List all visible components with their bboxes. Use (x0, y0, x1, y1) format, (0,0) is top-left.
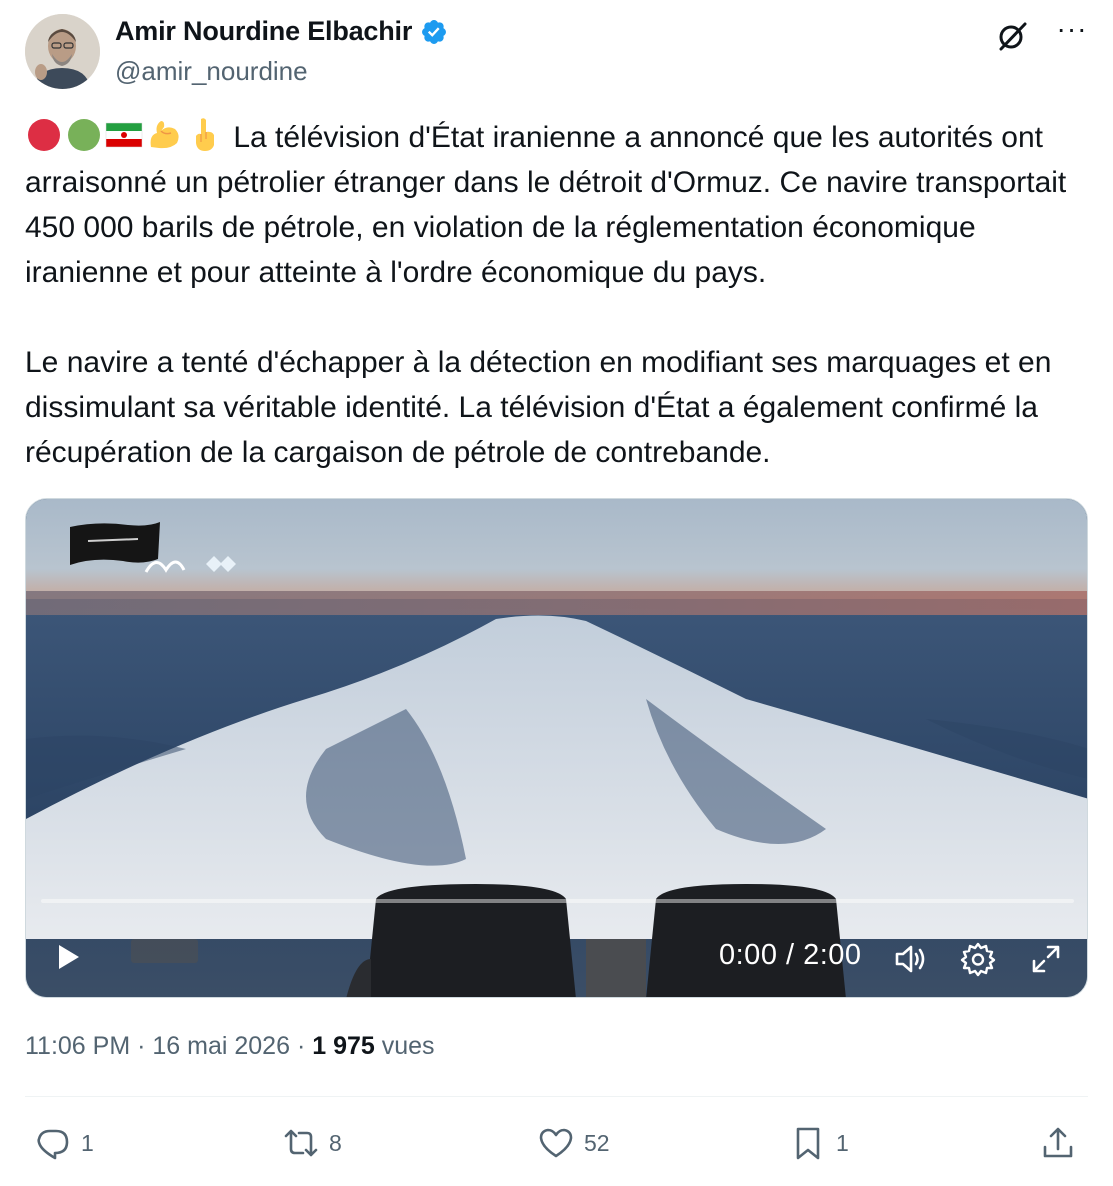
play-icon[interactable] (52, 941, 84, 973)
meta-separator: · (137, 1032, 146, 1060)
tweet-text: La télévision d'État iranienne a annoncé… (25, 115, 1090, 475)
iran-flag-emoji (105, 115, 143, 153)
red-circle-emoji (25, 115, 63, 153)
index-pointing-up-emoji (185, 115, 223, 153)
avatar[interactable] (25, 14, 100, 89)
tweet-header: Amir Nourdine Elbachir @amir_nourdine ··… (25, 14, 1090, 94)
reply-button[interactable]: 1 (35, 1120, 94, 1166)
fullscreen-icon[interactable] (1026, 939, 1066, 979)
video-progress-bar[interactable] (41, 899, 1074, 903)
reply-count: 1 (81, 1129, 94, 1156)
repost-button[interactable]: 8 (283, 1120, 342, 1166)
flexed-biceps-emoji (145, 115, 183, 153)
share-icon (1043, 1127, 1073, 1158)
meta-separator-2: · (296, 1032, 306, 1060)
header-icons: ··· (994, 15, 1090, 54)
like-count: 52 (584, 1129, 610, 1156)
views-count: 1 975 (312, 1032, 375, 1060)
repost-icon (284, 1129, 318, 1157)
grok-icon[interactable] (994, 18, 1030, 54)
video-player[interactable]: 0:00 / 2:00 (25, 498, 1088, 998)
bookmark-icon (796, 1127, 820, 1160)
tweet-paragraph-1: La télévision d'État iranienne a annoncé… (25, 115, 1090, 295)
author-handle[interactable]: @amir_nourdine (115, 56, 308, 87)
author-name[interactable]: Amir Nourdine Elbachir (115, 16, 412, 47)
repost-count: 8 (329, 1129, 342, 1156)
tweet-date[interactable]: 16 mai 2026 (152, 1032, 290, 1060)
verified-badge-icon (420, 18, 448, 46)
share-button[interactable] (1040, 1120, 1076, 1166)
bookmark-button[interactable]: 1 (790, 1120, 849, 1166)
video-watermark (131, 939, 198, 963)
green-circle-emoji (65, 115, 103, 153)
settings-icon[interactable] (958, 939, 998, 979)
name-row: Amir Nourdine Elbachir (115, 16, 448, 47)
heart-icon (539, 1128, 573, 1158)
tweet-meta: 11:06 PM · 16 mai 2026 · 1 975 vues (25, 1032, 435, 1061)
action-bar: 1 8 52 1 (25, 1120, 1088, 1170)
bookmark-count: 1 (836, 1129, 849, 1156)
more-options-icon[interactable]: ··· (1054, 15, 1090, 54)
divider (25, 1096, 1088, 1097)
views-label: vues (381, 1032, 435, 1060)
reply-icon (37, 1129, 69, 1160)
video-time: 0:00 / 2:00 (719, 939, 862, 971)
channel-logo-icon (144, 556, 236, 573)
volume-icon[interactable] (891, 939, 931, 979)
tweet-time[interactable]: 11:06 PM (25, 1032, 130, 1060)
tweet-paragraph-2: Le navire a tenté d'échapper à la détect… (25, 346, 1052, 469)
like-button[interactable]: 52 (538, 1120, 610, 1166)
